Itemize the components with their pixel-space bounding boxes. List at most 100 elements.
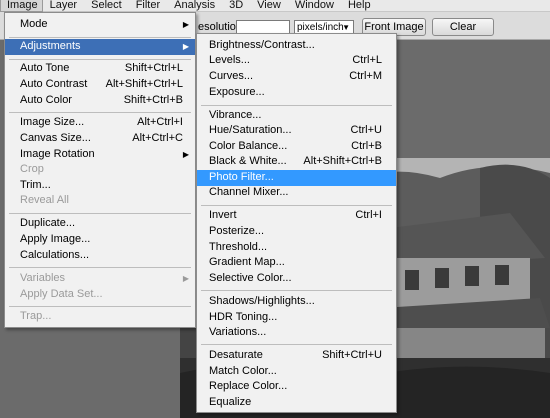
menu-item-exposure[interactable]: Exposure... <box>197 85 396 101</box>
menu-separator <box>201 105 392 106</box>
menu-item-label: Gradient Map... <box>209 256 285 268</box>
clear-button[interactable]: Clear <box>432 18 494 36</box>
menu-item-posterize[interactable]: Posterize... <box>197 224 396 240</box>
menu-item-label: Shadows/Highlights... <box>209 295 315 307</box>
menu-item-label: Image Size... <box>20 116 85 128</box>
submenu-arrow-icon: ▶ <box>182 20 189 29</box>
menu-item-duplicate[interactable]: Duplicate... <box>5 216 195 232</box>
menu-item-label: Auto Contrast <box>20 78 88 90</box>
menu-item-label: Hue/Saturation... <box>209 124 292 136</box>
menu-item-adjustments[interactable]: Adjustments ▶ <box>5 39 195 55</box>
menu-item-reveal-all: Reveal All <box>5 193 195 209</box>
menu-bar: Image Layer Select Filter Analysis 3D Vi… <box>0 0 550 12</box>
menu-item-crop: Crop <box>5 162 195 178</box>
menu-item-replace-color[interactable]: Replace Color... <box>197 379 396 395</box>
menu-item-label: Vibrance... <box>209 109 262 121</box>
menu-item-shortcut: Shift+Ctrl+L <box>124 62 183 74</box>
menu-separator <box>9 59 191 60</box>
menu-help[interactable]: Help <box>341 0 378 12</box>
menu-image[interactable]: Image <box>0 0 43 12</box>
menu-item-gradient-map[interactable]: Gradient Map... <box>197 255 396 271</box>
resolution-input[interactable] <box>236 20 290 34</box>
menu-item-auto-color[interactable]: Auto Color Shift+Ctrl+B <box>5 93 195 109</box>
menu-item-trap: Trap... <box>5 309 195 325</box>
menu-layer[interactable]: Layer <box>43 0 85 12</box>
menu-item-channel-mixer[interactable]: Channel Mixer... <box>197 185 396 201</box>
menu-item-label: Photo Filter... <box>209 171 274 183</box>
menu-item-shadows-highlights[interactable]: Shadows/Highlights... <box>197 294 396 310</box>
menu-item-hdr-toning[interactable]: HDR Toning... <box>197 310 396 326</box>
menu-item-mode[interactable]: Mode ▶ <box>5 17 195 33</box>
menu-item-curves[interactable]: Curves... Ctrl+M <box>197 69 396 85</box>
menu-item-shortcut: Alt+Shift+Ctrl+B <box>303 155 382 167</box>
menu-item-shortcut: Shift+Ctrl+B <box>123 94 183 106</box>
menu-item-label: HDR Toning... <box>209 311 278 323</box>
menu-item-color-balance[interactable]: Color Balance... Ctrl+B <box>197 139 396 155</box>
menu-item-label: Exposure... <box>209 86 265 98</box>
menu-item-label: Reveal All <box>20 194 69 206</box>
menu-item-shortcut: Alt+Ctrl+C <box>132 132 183 144</box>
menu-item-equalize[interactable]: Equalize <box>197 395 396 411</box>
menu-filter[interactable]: Filter <box>129 0 167 12</box>
menu-item-shortcut: Ctrl+U <box>350 124 382 136</box>
menu-item-canvas-size[interactable]: Canvas Size... Alt+Ctrl+C <box>5 131 195 147</box>
menu-item-match-color[interactable]: Match Color... <box>197 364 396 380</box>
menu-item-label: Trap... <box>20 310 52 322</box>
menu-item-image-size[interactable]: Image Size... Alt+Ctrl+I <box>5 115 195 131</box>
submenu-arrow-icon: ▶ <box>182 150 189 159</box>
menu-item-calculations[interactable]: Calculations... <box>5 248 195 264</box>
menu-item-image-rotation[interactable]: Image Rotation ▶ <box>5 147 195 163</box>
menu-item-vibrance[interactable]: Vibrance... <box>197 108 396 124</box>
menu-item-label: Adjustments <box>20 40 81 52</box>
menu-item-levels[interactable]: Levels... Ctrl+L <box>197 53 396 69</box>
menu-separator <box>9 267 191 268</box>
menu-item-auto-tone[interactable]: Auto Tone Shift+Ctrl+L <box>5 61 195 77</box>
menu-item-apply-data-set: Apply Data Set... <box>5 287 195 303</box>
menu-item-desaturate[interactable]: Desaturate Shift+Ctrl+U <box>197 348 396 364</box>
menu-window[interactable]: Window <box>288 0 341 12</box>
menu-separator <box>9 37 191 38</box>
menu-item-brightness-contrast[interactable]: Brightness/Contrast... <box>197 38 396 54</box>
menu-item-shortcut: Alt+Ctrl+I <box>137 116 183 128</box>
menu-item-label: Trim... <box>20 179 51 191</box>
menu-item-variations[interactable]: Variations... <box>197 325 396 341</box>
menu-item-label: Canvas Size... <box>20 132 91 144</box>
submenu-arrow-icon: ▶ <box>182 274 189 283</box>
menu-item-shortcut: Ctrl+L <box>352 54 382 66</box>
menu-separator <box>9 306 191 307</box>
menu-item-label: Desaturate <box>209 349 263 361</box>
menu-item-label: Duplicate... <box>20 217 76 229</box>
menu-item-shortcut: Alt+Shift+Ctrl+L <box>105 78 183 90</box>
menu-item-selective-color[interactable]: Selective Color... <box>197 271 396 287</box>
menu-item-auto-contrast[interactable]: Auto Contrast Alt+Shift+Ctrl+L <box>5 77 195 93</box>
menu-item-threshold[interactable]: Threshold... <box>197 240 396 256</box>
menu-item-apply-image[interactable]: Apply Image... <box>5 232 195 248</box>
menu-item-hue-saturation[interactable]: Hue/Saturation... Ctrl+U <box>197 123 396 139</box>
menu-item-label: Brightness/Contrast... <box>209 39 315 51</box>
menu-view[interactable]: View <box>250 0 288 12</box>
menu-item-label: Crop <box>20 163 44 175</box>
submenu-arrow-icon: ▶ <box>182 42 189 51</box>
menu-item-label: Posterize... <box>209 225 265 237</box>
menu-item-invert[interactable]: Invert Ctrl+I <box>197 208 396 224</box>
menu-item-label: Replace Color... <box>209 380 288 392</box>
menu-item-label: Apply Data Set... <box>20 288 103 300</box>
menu-item-label: Image Rotation <box>20 148 95 160</box>
menu-item-trim[interactable]: Trim... <box>5 178 195 194</box>
menu-select[interactable]: Select <box>84 0 129 12</box>
menu-item-label: Apply Image... <box>20 233 91 245</box>
image-menu: Mode ▶ Adjustments ▶ Auto Tone Shift+Ctr… <box>4 12 196 328</box>
menu-item-label: Match Color... <box>209 365 277 377</box>
menu-item-label: Curves... <box>209 70 254 82</box>
menu-separator <box>201 205 392 206</box>
menu-3d[interactable]: 3D <box>222 0 250 12</box>
menu-analysis[interactable]: Analysis <box>167 0 222 12</box>
menu-item-label: Color Balance... <box>209 140 288 152</box>
menu-item-photo-filter[interactable]: Photo Filter... <box>197 170 396 186</box>
menu-item-label: Levels... <box>209 54 250 66</box>
menu-item-shortcut: Ctrl+I <box>355 209 382 221</box>
menu-item-black-white[interactable]: Black & White... Alt+Shift+Ctrl+B <box>197 154 396 170</box>
menu-item-label: Auto Tone <box>20 62 70 74</box>
menu-item-variables: Variables ▶ <box>5 271 195 287</box>
menu-item-shortcut: Ctrl+B <box>351 140 382 152</box>
